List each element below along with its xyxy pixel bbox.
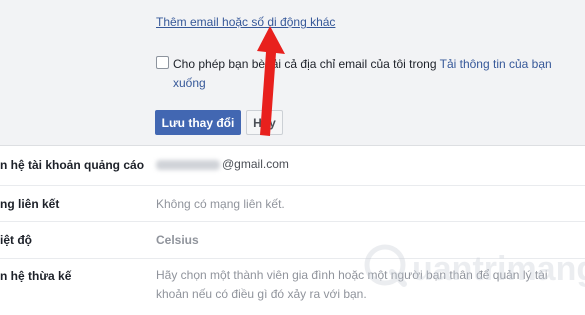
row-label: ng liên kết [0,197,60,211]
email-settings-section: Thêm email hoặc số di động khác Cho phép… [0,0,585,146]
email-domain: @gmail.com [222,157,289,171]
row-label: n hệ tài khoản quảng cáo [0,158,145,172]
download-your-info-link-cont[interactable]: xuống [173,76,206,90]
row-label: n hệ thừa kế [0,269,72,283]
settings-row-ad-account-contact[interactable]: n hệ tài khoản quảng cáo @gmail.com [0,146,585,186]
cancel-button[interactable]: Hủy [246,110,283,135]
settings-row-networks[interactable]: ng liên kết Không có mạng liên kết. [0,186,585,222]
allow-friends-download-checkbox[interactable] [156,56,169,69]
row-value: Không có mạng liên kết. [156,197,285,211]
add-email-or-phone-link[interactable]: Thêm email hoặc số di động khác [156,15,335,29]
row-value: Celsius [156,233,199,247]
settings-row-temperature[interactable]: iệt độ Celsius [0,222,585,259]
download-your-info-link[interactable]: Tải thông tin của bạn [440,57,552,71]
row-value: Hãy chọn một thành viên gia đình hoặc mộ… [156,268,548,301]
save-changes-button[interactable]: Lưu thay đổi [155,110,241,135]
row-label: iệt độ [0,233,32,247]
row-value: @gmail.com [156,155,289,174]
permit-text-prefix: Cho phép bạn bè tải cả địa chỉ email của… [173,57,440,71]
settings-row-legacy-contact[interactable]: n hệ thừa kế Hãy chọn một thành viên gia… [0,259,585,315]
allow-friends-download-label: Cho phép bạn bè tải cả địa chỉ email của… [173,55,568,93]
blurred-email-username [156,159,220,170]
